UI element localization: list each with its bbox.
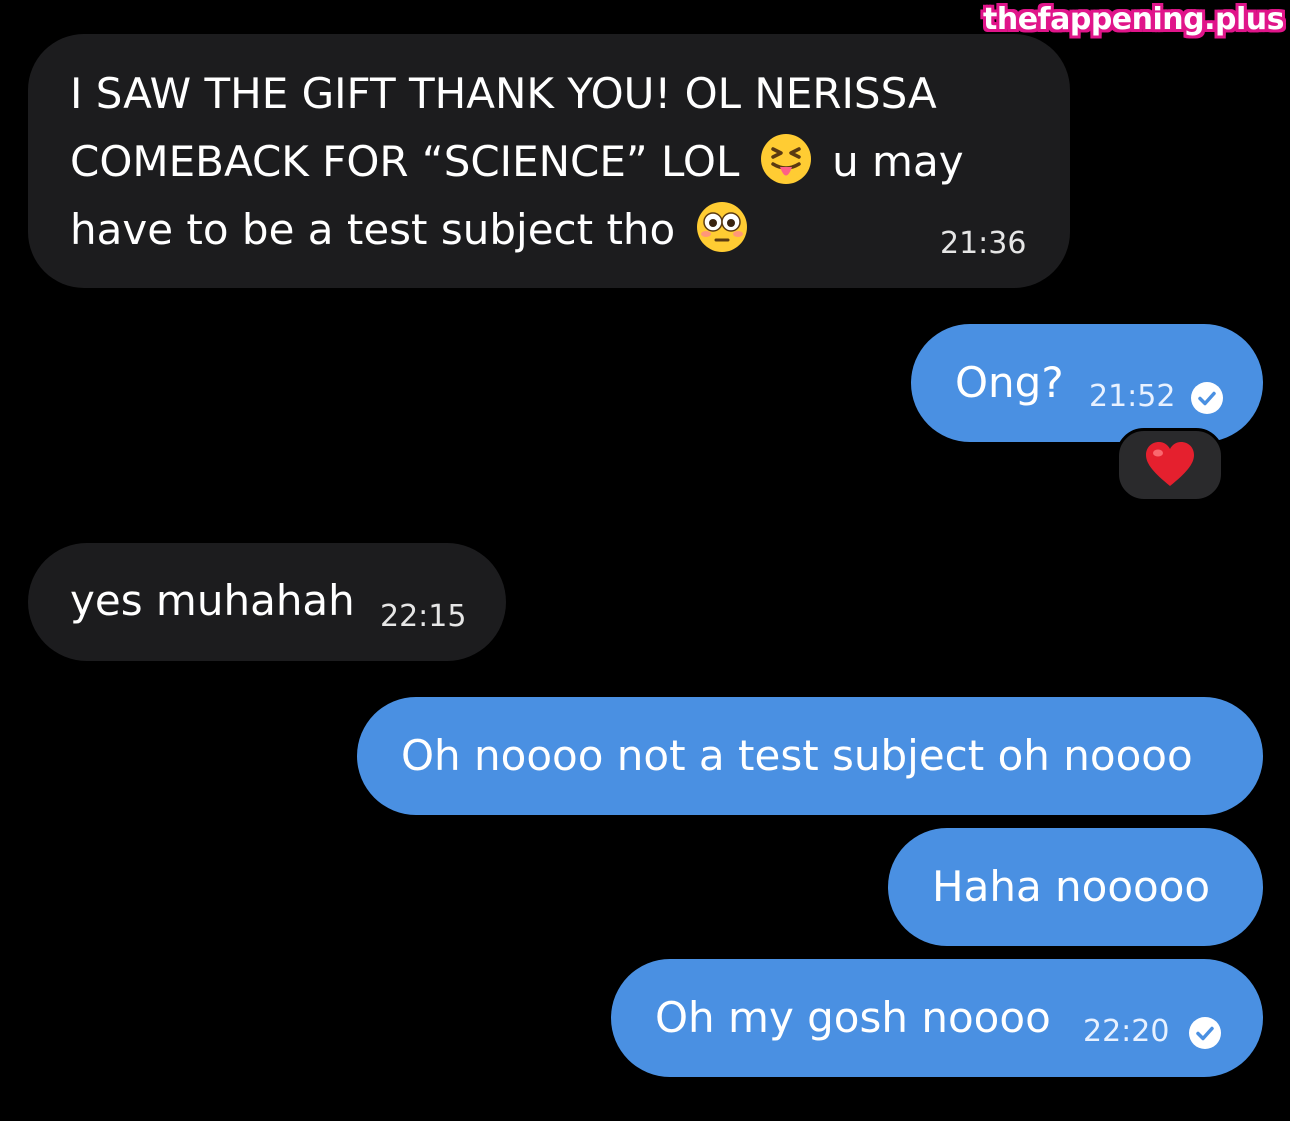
read-check-icon	[1189, 1017, 1221, 1049]
message-line-text: have to be a test subject tho	[70, 205, 676, 254]
flushed-face-emoji	[695, 200, 749, 254]
message-text: Haha nooooo	[932, 862, 1211, 911]
message-timestamp: 21:36	[940, 226, 1027, 261]
message-timestamp: 22:20	[1083, 1014, 1170, 1049]
read-check-icon	[1191, 382, 1223, 414]
message-line-text: COMEBACK FOR “SCIENCE” LOL	[70, 137, 740, 186]
squinting-face-with-tongue-emoji	[759, 132, 813, 186]
message-line: I SAW THE GIFT THANK YOU! OL NERISSA	[70, 69, 937, 118]
message-timestamp: 21:52	[1089, 379, 1176, 414]
message-bubble-outgoing[interactable]: Oh noooo not a test subject oh noooo	[357, 697, 1263, 815]
message-bubble-outgoing[interactable]: Oh my gosh noooo 22:20	[611, 959, 1263, 1077]
message-line-text: u may	[832, 137, 964, 186]
message-text: Ong?	[955, 358, 1064, 407]
message-bubble-incoming[interactable]: yes muhahah 22:15	[28, 543, 506, 661]
message-bubble-incoming[interactable]: I SAW THE GIFT THANK YOU! OL NERISSA COM…	[28, 34, 1070, 288]
message-text: Oh noooo not a test subject oh noooo	[401, 731, 1193, 780]
message-timestamp: 22:15	[380, 599, 467, 634]
message-text: Oh my gosh noooo	[655, 993, 1051, 1042]
message-text: yes muhahah	[70, 576, 355, 625]
message-line: have to be a test subject tho	[70, 196, 755, 264]
message-line: COMEBACK FOR “SCIENCE” LOL u may	[70, 128, 964, 196]
red-heart-emoji	[1146, 442, 1194, 486]
watermark-logo: thefappening.plus	[983, 2, 1284, 37]
reaction-badge[interactable]	[1116, 428, 1224, 502]
message-bubble-outgoing[interactable]: Haha nooooo	[888, 828, 1263, 946]
message-bubble-outgoing[interactable]: Ong? 21:52	[911, 324, 1263, 442]
